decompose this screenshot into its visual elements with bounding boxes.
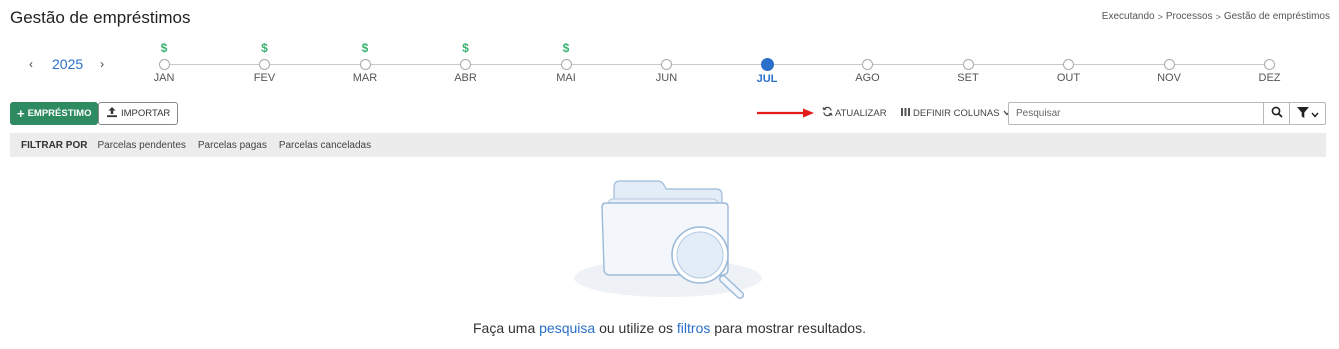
refresh-label: ATUALIZAR	[835, 107, 887, 119]
filter-bar: FILTRAR POR Parcelas pendentes Parcelas …	[10, 133, 1326, 157]
folder-search-illustration	[574, 180, 762, 299]
annotation-arrow-icon	[757, 108, 814, 118]
month-set[interactable]: SET	[948, 40, 988, 84]
search-input[interactable]	[1009, 103, 1263, 124]
dollar-placeholder	[647, 40, 687, 56]
previous-year-button[interactable]: ‹	[24, 57, 38, 71]
dollar-placeholder	[1250, 40, 1290, 56]
month-label: MAI	[556, 72, 576, 84]
empty-text-1: Faça uma	[473, 320, 540, 336]
dollar-placeholder	[747, 40, 787, 56]
search-box	[1008, 102, 1326, 125]
month-dot	[962, 59, 974, 70]
month-dez[interactable]: DEZ	[1250, 40, 1290, 84]
month-dot	[560, 59, 572, 70]
month-dot	[460, 59, 471, 70]
year-navigation: ‹ 2025 ›	[24, 56, 109, 72]
refresh-icon	[822, 106, 833, 120]
upload-icon	[106, 106, 118, 121]
month-out[interactable]: OUT	[1049, 40, 1089, 84]
filters-link[interactable]: filtros	[677, 320, 710, 336]
define-columns-button[interactable]: DEFINIR COLUNAS	[901, 104, 1011, 122]
empty-state-message: Faça uma pesquisa ou utilize os filtros …	[0, 320, 1339, 336]
month-label: SET	[957, 72, 979, 84]
dollar-icon: $	[160, 41, 168, 55]
filter-cancelled-installments[interactable]: Parcelas canceladas	[279, 140, 371, 151]
month-timeline: $ JAN $ FEV $ MAR $ ABR $ MAI JUN JUL AGO SET OUT NOV DE…	[0, 0, 1339, 95]
refresh-button[interactable]: ATUALIZAR	[822, 104, 887, 122]
chevron-down-icon	[1310, 105, 1319, 123]
month-dot	[1063, 59, 1074, 70]
dollar-placeholder	[948, 40, 988, 56]
search-icon	[1271, 105, 1283, 123]
filter-dropdown-button[interactable]	[1289, 103, 1325, 124]
month-label: MAR	[352, 72, 378, 84]
dollar-placeholder	[1149, 40, 1189, 56]
import-label: IMPORTAR	[121, 108, 171, 119]
month-dot	[158, 59, 170, 70]
add-loan-button[interactable]: + EMPRÉSTIMO	[10, 102, 99, 125]
filter-icon	[1296, 105, 1309, 123]
year-label: 2025	[52, 56, 84, 72]
next-year-button[interactable]: ›	[95, 57, 109, 71]
month-label: FEV	[253, 72, 276, 84]
month-dot	[862, 59, 873, 70]
month-dot	[1163, 59, 1175, 70]
dollar-icon: $	[562, 41, 570, 55]
month-label: AGO	[855, 72, 880, 84]
add-loan-label: EMPRÉSTIMO	[27, 108, 92, 119]
month-label: OUT	[1056, 72, 1081, 84]
filter-by-label: FILTRAR POR	[21, 139, 88, 151]
columns-icon	[901, 107, 910, 119]
month-dot	[259, 59, 270, 70]
month-mai[interactable]: $ MAI	[546, 40, 586, 84]
dollar-icon: $	[361, 41, 369, 55]
dollar-placeholder	[1049, 40, 1089, 56]
plus-icon: +	[17, 106, 25, 121]
filter-paid-installments[interactable]: Parcelas pagas	[198, 140, 267, 151]
month-label: DEZ	[1258, 72, 1281, 84]
month-jan[interactable]: $ JAN	[144, 40, 184, 84]
month-label: NOV	[1157, 72, 1181, 84]
month-mar[interactable]: $ MAR	[345, 40, 385, 84]
month-dot	[661, 59, 672, 70]
timeline-line	[164, 64, 1270, 65]
dollar-placeholder	[848, 40, 888, 56]
dollar-icon: $	[462, 41, 469, 55]
month-dot	[760, 58, 774, 71]
month-jul[interactable]: JUL	[747, 40, 787, 85]
month-label: JAN	[153, 72, 175, 84]
month-fev[interactable]: $ FEV	[245, 40, 285, 84]
empty-text-2: ou utilize os	[595, 320, 677, 336]
search-link[interactable]: pesquisa	[539, 320, 595, 336]
month-ago[interactable]: AGO	[848, 40, 888, 84]
month-label: JUL	[756, 73, 778, 85]
filter-pending-installments[interactable]: Parcelas pendentes	[97, 140, 185, 151]
empty-text-3: para mostrar resultados.	[710, 320, 866, 336]
month-abr[interactable]: $ ABR	[446, 40, 486, 84]
month-jun[interactable]: JUN	[647, 40, 687, 84]
month-dot	[1264, 59, 1275, 70]
month-label: JUN	[655, 72, 678, 84]
import-button[interactable]: IMPORTAR	[98, 102, 179, 125]
search-button[interactable]	[1263, 103, 1289, 124]
define-columns-label: DEFINIR COLUNAS	[913, 107, 1000, 119]
month-label: ABR	[454, 72, 477, 84]
month-dot	[359, 59, 371, 70]
dollar-icon: $	[261, 41, 268, 55]
month-nov[interactable]: NOV	[1149, 40, 1189, 84]
